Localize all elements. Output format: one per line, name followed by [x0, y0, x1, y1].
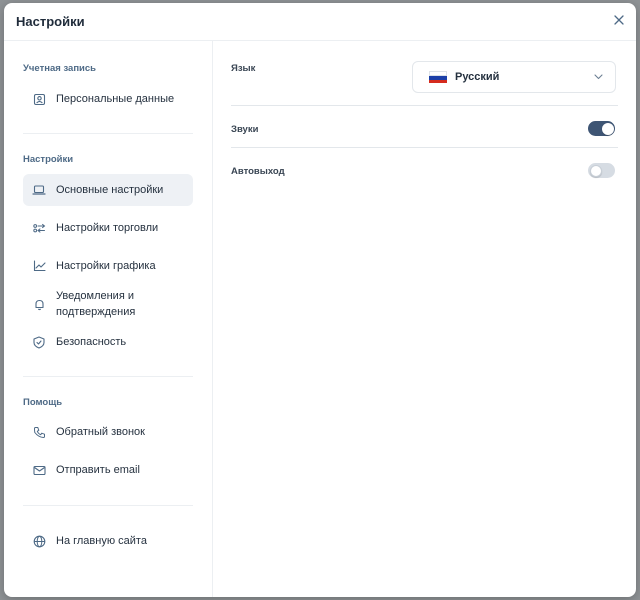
sidebar-item-label: Персональные данные [56, 93, 175, 105]
sounds-toggle[interactable] [588, 121, 615, 136]
globe-icon [32, 534, 46, 548]
mail-icon [32, 463, 46, 477]
sidebar-item-label: Настройки торговли [56, 222, 159, 234]
sidebar-item-label: Обратный звонок [56, 426, 145, 438]
sounds-label: Звуки [231, 124, 259, 135]
sidebar-item-chart-settings[interactable]: Настройки графика [23, 250, 193, 282]
sidebar-item-general-settings[interactable]: Основные настройки [23, 174, 193, 206]
laptop-icon [32, 183, 46, 197]
toggle-knob [589, 164, 602, 177]
sidebar-divider [23, 376, 193, 377]
sidebar-item-label: Отправить email [56, 464, 140, 476]
autologout-label: Автовыход [231, 166, 285, 177]
toggle-knob [601, 122, 614, 135]
section-title-settings: Настройки [23, 154, 74, 165]
user-card-icon [32, 92, 46, 106]
sidebar-item-callback[interactable]: Обратный звонок [23, 416, 193, 448]
autologout-toggle[interactable] [588, 163, 615, 178]
sidebar-item-main-site[interactable]: На главную сайта [23, 525, 193, 557]
language-value: Русский [455, 71, 500, 83]
phone-icon [32, 425, 46, 439]
sidebar-item-security[interactable]: Безопасность [23, 326, 193, 358]
section-title-help: Помощь [23, 397, 63, 408]
modal-header: Настройки [4, 3, 636, 41]
settings-content: Язык Русский Звуки Автовыход [213, 41, 636, 597]
language-label: Язык [231, 63, 256, 74]
settings-modal: Настройки Учетная запись Персональные да… [4, 3, 636, 597]
sidebar-divider [23, 133, 193, 134]
modal-title: Настройки [16, 14, 85, 29]
trading-icon [32, 221, 46, 235]
sidebar-item-personal-data[interactable]: Персональные данные [23, 83, 193, 115]
close-button[interactable] [610, 11, 628, 29]
sidebar-item-send-email[interactable]: Отправить email [23, 454, 193, 486]
row-divider [231, 105, 618, 106]
language-select[interactable]: Русский [412, 61, 616, 93]
bell-icon [32, 297, 46, 311]
sidebar-item-label: Настройки графика [56, 260, 156, 272]
sidebar-item-label: Основные настройки [56, 184, 164, 196]
chevron-down-icon [594, 74, 603, 80]
sidebar-item-label: Безопасность [56, 336, 127, 348]
chart-line-icon [32, 259, 46, 273]
row-divider [231, 147, 618, 148]
section-title-account: Учетная запись [23, 63, 97, 74]
shield-icon [32, 335, 46, 349]
sidebar-item-notifications[interactable]: Уведомления и подтверждения [23, 284, 193, 324]
sidebar-item-trading-settings[interactable]: Настройки торговли [23, 212, 193, 244]
sidebar-divider [23, 505, 193, 506]
sidebar-item-label: На главную сайта [56, 535, 147, 547]
sidebar-item-label: Уведомления и подтверждения [56, 290, 136, 318]
settings-sidebar: Учетная запись Персональные данные Настр… [4, 41, 213, 597]
close-icon [614, 15, 624, 25]
russia-flag-icon [429, 71, 447, 83]
